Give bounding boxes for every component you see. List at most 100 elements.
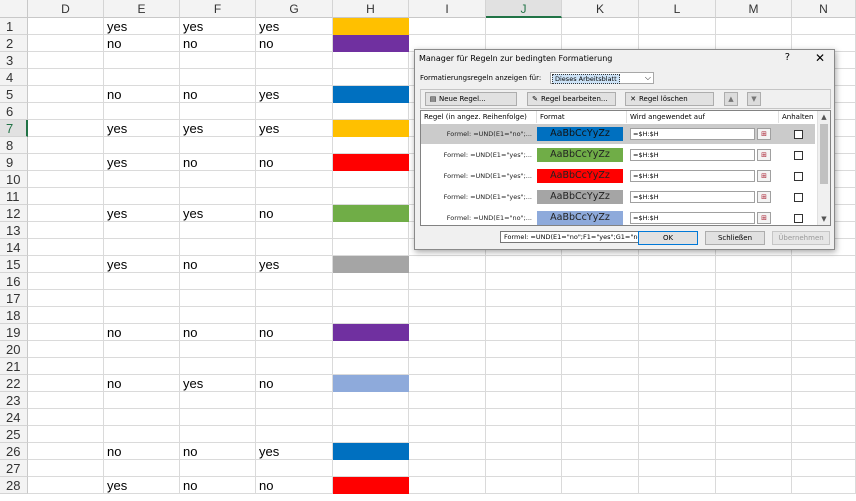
cell-e24[interactable] [104,409,180,426]
cell-e11[interactable] [104,188,180,205]
cell-g25[interactable] [256,426,333,443]
cell-e22[interactable]: no [104,375,180,392]
cell-g9[interactable]: no [256,154,333,171]
cell-g23[interactable] [256,392,333,409]
rule-row[interactable]: Formel: =UND(E1="no";... AaBbCcYyZz =$H:$H… [421,208,815,225]
cell-f11[interactable] [180,188,256,205]
cell-g18[interactable] [256,307,333,324]
column-header-d[interactable]: D [28,0,104,18]
cell-l18[interactable] [639,307,716,324]
scroll-thumb[interactable] [820,124,828,184]
cell-j23[interactable] [486,392,562,409]
cell-g7[interactable]: yes [256,120,333,137]
cell-i25[interactable] [409,426,486,443]
cell-g22[interactable]: no [256,375,333,392]
cell-e28[interactable]: yes [104,477,180,494]
cell-k25[interactable] [562,426,639,443]
cell-i24[interactable] [409,409,486,426]
applies-to-input[interactable]: =$H:$H [630,212,755,224]
cell-m22[interactable] [716,375,792,392]
cell-d5[interactable] [28,86,104,103]
cell-f20[interactable] [180,341,256,358]
cell-d11[interactable] [28,188,104,205]
cell-k23[interactable] [562,392,639,409]
cell-d2[interactable] [28,35,104,52]
cell-n15[interactable] [792,256,856,273]
cell-n22[interactable] [792,375,856,392]
row-header[interactable]: 21 [0,358,28,375]
scroll-down-icon[interactable]: ▼ [818,213,830,225]
applies-to-input[interactable]: =$H:$H [630,128,755,140]
cell-i1[interactable] [409,18,486,35]
rules-list[interactable]: Regel (in angez. Reihenfolge) Format Wir… [420,110,831,226]
cell-g20[interactable] [256,341,333,358]
cell-e26[interactable]: no [104,443,180,460]
cell-d19[interactable] [28,324,104,341]
cell-n18[interactable] [792,307,856,324]
cell-g15[interactable]: yes [256,256,333,273]
cell-i22[interactable] [409,375,486,392]
cell-j18[interactable] [486,307,562,324]
column-header-e[interactable]: E [104,0,180,18]
cell-f13[interactable] [180,222,256,239]
close-button[interactable]: Schließen [705,231,765,245]
cell-e25[interactable] [104,426,180,443]
cell-l23[interactable] [639,392,716,409]
rules-scrollbar[interactable]: ▲ ▼ [817,111,830,225]
cell-n21[interactable] [792,358,856,375]
cell-d21[interactable] [28,358,104,375]
column-header-n[interactable]: N [792,0,856,18]
cell-i27[interactable] [409,460,486,477]
cell-e18[interactable] [104,307,180,324]
row-header[interactable]: 5 [0,86,28,103]
cell-h21[interactable] [333,358,409,375]
row-header[interactable]: 10 [0,171,28,188]
cell-g19[interactable]: no [256,324,333,341]
cell-g21[interactable] [256,358,333,375]
cell-f19[interactable]: no [180,324,256,341]
cell-e23[interactable] [104,392,180,409]
cell-e19[interactable]: no [104,324,180,341]
cell-h20[interactable] [333,341,409,358]
cell-h24[interactable] [333,409,409,426]
cell-d28[interactable] [28,477,104,494]
column-header-f[interactable]: F [180,0,256,18]
cell-f4[interactable] [180,69,256,86]
cell-h13[interactable] [333,222,409,239]
cell-n25[interactable] [792,426,856,443]
range-select-icon[interactable]: ⊞ [757,128,771,140]
cell-m28[interactable] [716,477,792,494]
cell-j19[interactable] [486,324,562,341]
cell-l24[interactable] [639,409,716,426]
cell-i16[interactable] [409,273,486,290]
cell-f12[interactable]: yes [180,205,256,222]
range-select-icon[interactable]: ⊞ [757,191,771,203]
cell-f25[interactable] [180,426,256,443]
column-header-k[interactable]: K [562,0,639,18]
range-select-icon[interactable]: ⊞ [757,149,771,161]
cell-e2[interactable]: no [104,35,180,52]
cell-h4[interactable] [333,69,409,86]
cell-k26[interactable] [562,443,639,460]
cell-k24[interactable] [562,409,639,426]
cell-i15[interactable] [409,256,486,273]
cell-n26[interactable] [792,443,856,460]
cell-m23[interactable] [716,392,792,409]
cell-h11[interactable] [333,188,409,205]
apply-button[interactable]: Übernehmen [772,231,830,245]
cell-f1[interactable]: yes [180,18,256,35]
cell-d10[interactable] [28,171,104,188]
row-header[interactable]: 1 [0,18,28,35]
row-header[interactable]: 25 [0,426,28,443]
cell-e27[interactable] [104,460,180,477]
cell-h17[interactable] [333,290,409,307]
show-rules-select[interactable]: Dieses Arbeitsblatt ⌵ [550,72,654,84]
cell-d14[interactable] [28,239,104,256]
cell-l27[interactable] [639,460,716,477]
cell-k27[interactable] [562,460,639,477]
cell-e8[interactable] [104,137,180,154]
cell-f22[interactable]: yes [180,375,256,392]
cell-g3[interactable] [256,52,333,69]
column-header-i[interactable]: I [409,0,486,18]
cell-l1[interactable] [639,18,716,35]
